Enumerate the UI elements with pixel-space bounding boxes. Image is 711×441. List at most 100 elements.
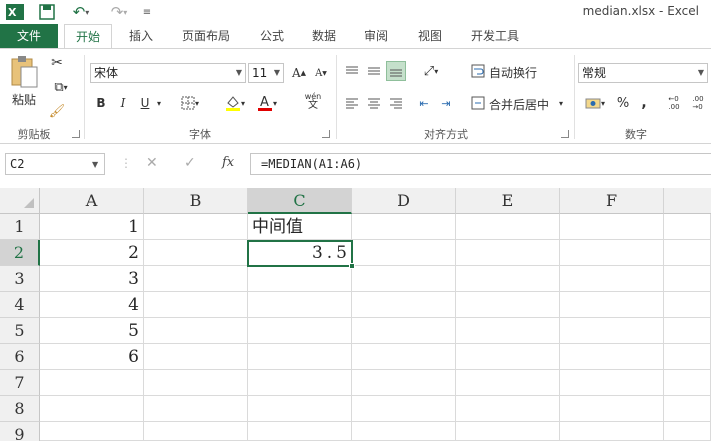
cell-d8[interactable] (352, 396, 456, 422)
row-header-6[interactable]: 6 (0, 344, 40, 370)
select-all-corner[interactable] (0, 188, 40, 214)
row-header-2[interactable]: 2 (0, 240, 40, 266)
cell-d1[interactable] (352, 214, 456, 240)
cell-f5[interactable] (560, 318, 664, 344)
cell-d9[interactable] (352, 422, 456, 441)
percent-button[interactable]: % (614, 93, 632, 113)
cell-d3[interactable] (352, 266, 456, 292)
cell-b2[interactable] (144, 240, 248, 266)
wrap-text-label[interactable]: 自动换行 (489, 64, 537, 81)
cell-b9[interactable] (144, 422, 248, 441)
cell-a3[interactable]: 3 (40, 266, 144, 292)
alignment-launcher-icon[interactable] (561, 130, 569, 138)
tab-formulas[interactable]: 公式 (250, 24, 294, 48)
fill-handle[interactable] (349, 263, 355, 269)
row-header-4[interactable]: 4 (0, 292, 40, 318)
cell-g4[interactable] (664, 292, 711, 318)
increase-font-icon[interactable]: A ▲ (290, 63, 308, 83)
save-icon[interactable] (36, 2, 58, 22)
align-middle-icon[interactable] (364, 61, 384, 81)
paste-label[interactable]: 粘贴 (12, 91, 36, 108)
cell-e7[interactable] (456, 370, 560, 396)
name-box[interactable]: C2 (5, 153, 105, 175)
cell-e1[interactable] (456, 214, 560, 240)
align-right-icon[interactable] (386, 93, 406, 113)
cell-f8[interactable] (560, 396, 664, 422)
formula-input[interactable]: =MEDIAN(A1:A6) (250, 153, 711, 175)
cell-d2[interactable] (352, 240, 456, 266)
number-format-combo[interactable]: 常规 ▼ (578, 63, 708, 83)
align-bottom-icon[interactable] (386, 61, 406, 81)
cell-c5[interactable] (248, 318, 352, 344)
cell-c8[interactable] (248, 396, 352, 422)
tab-developer[interactable]: 开发工具 (460, 24, 530, 48)
column-header-f[interactable]: F (560, 188, 664, 214)
copy-icon[interactable]: ⧉ ▾ (46, 77, 76, 97)
paste-icon[interactable] (8, 55, 40, 89)
cell-e2[interactable] (456, 240, 560, 266)
cell-f1[interactable] (560, 214, 664, 240)
decrease-decimal-icon[interactable]: .00 →0 (688, 93, 708, 113)
cell-e8[interactable] (456, 396, 560, 422)
cell-b4[interactable] (144, 292, 248, 318)
cell-b1[interactable] (144, 214, 248, 240)
cell-g6[interactable] (664, 344, 711, 370)
column-header-d[interactable]: D (352, 188, 456, 214)
cell-c3[interactable] (248, 266, 352, 292)
merge-center-label[interactable]: 合并后居中 (489, 96, 549, 113)
enter-icon[interactable]: ✓ (184, 155, 196, 171)
cell-g3[interactable] (664, 266, 711, 292)
accounting-format-icon[interactable]: ▾ (580, 93, 610, 113)
decrease-indent-icon[interactable]: ⇤ (414, 93, 434, 113)
cell-e6[interactable] (456, 344, 560, 370)
cell-c2[interactable]: 3.5 (248, 240, 352, 266)
merge-center-icon[interactable] (470, 93, 486, 113)
cell-a2[interactable]: 2 (40, 240, 144, 266)
merge-dropdown-icon[interactable]: ▾ (556, 93, 566, 113)
cell-g2[interactable] (664, 240, 711, 266)
font-size-combo[interactable]: 11 ▼ (248, 63, 284, 83)
cut-icon[interactable]: ✂ (46, 53, 68, 73)
increase-indent-icon[interactable]: ⇥ (436, 93, 456, 113)
cell-a4[interactable]: 4 (40, 292, 144, 318)
cell-f9[interactable] (560, 422, 664, 441)
decrease-font-icon[interactable]: A ▼ (312, 63, 330, 83)
cell-a6[interactable]: 6 (40, 344, 144, 370)
cell-b8[interactable] (144, 396, 248, 422)
column-header-a[interactable]: A (40, 188, 144, 214)
redo-icon[interactable]: ↷ ▾ (104, 2, 134, 22)
tab-file[interactable]: 文件 (0, 24, 58, 48)
cell-a9[interactable] (40, 422, 144, 441)
tab-data[interactable]: 数据 (302, 24, 346, 48)
comma-button[interactable]: , (636, 93, 652, 113)
cell-f7[interactable] (560, 370, 664, 396)
tab-insert[interactable]: 插入 (118, 24, 164, 48)
borders-icon[interactable]: ▾ (176, 93, 204, 113)
align-center-icon[interactable] (364, 93, 384, 113)
increase-decimal-icon[interactable]: ←0.00 (664, 93, 684, 113)
cell-e3[interactable] (456, 266, 560, 292)
cell-b5[interactable] (144, 318, 248, 344)
cell-g9[interactable] (664, 422, 711, 441)
cell-d7[interactable] (352, 370, 456, 396)
cell-a7[interactable] (40, 370, 144, 396)
cell-c4[interactable] (248, 292, 352, 318)
cell-d6[interactable] (352, 344, 456, 370)
orientation-icon[interactable]: ⤢ ▾ (416, 61, 446, 81)
cell-a8[interactable] (40, 396, 144, 422)
clipboard-launcher-icon[interactable] (72, 130, 80, 138)
italic-button[interactable]: I (114, 93, 132, 113)
row-header-1[interactable]: 1 (0, 214, 40, 240)
cell-f3[interactable] (560, 266, 664, 292)
insert-function-icon[interactable]: fx (222, 155, 234, 170)
row-header-7[interactable]: 7 (0, 370, 40, 396)
cell-c9[interactable] (248, 422, 352, 441)
row-header-5[interactable]: 5 (0, 318, 40, 344)
fill-color-icon[interactable]: ▾ (222, 93, 248, 113)
cell-c1[interactable]: 中间值 (248, 214, 352, 240)
column-header-g[interactable] (664, 188, 711, 214)
cell-b7[interactable] (144, 370, 248, 396)
font-launcher-icon[interactable] (322, 130, 330, 138)
column-header-e[interactable]: E (456, 188, 560, 214)
tab-review[interactable]: 审阅 (354, 24, 398, 48)
